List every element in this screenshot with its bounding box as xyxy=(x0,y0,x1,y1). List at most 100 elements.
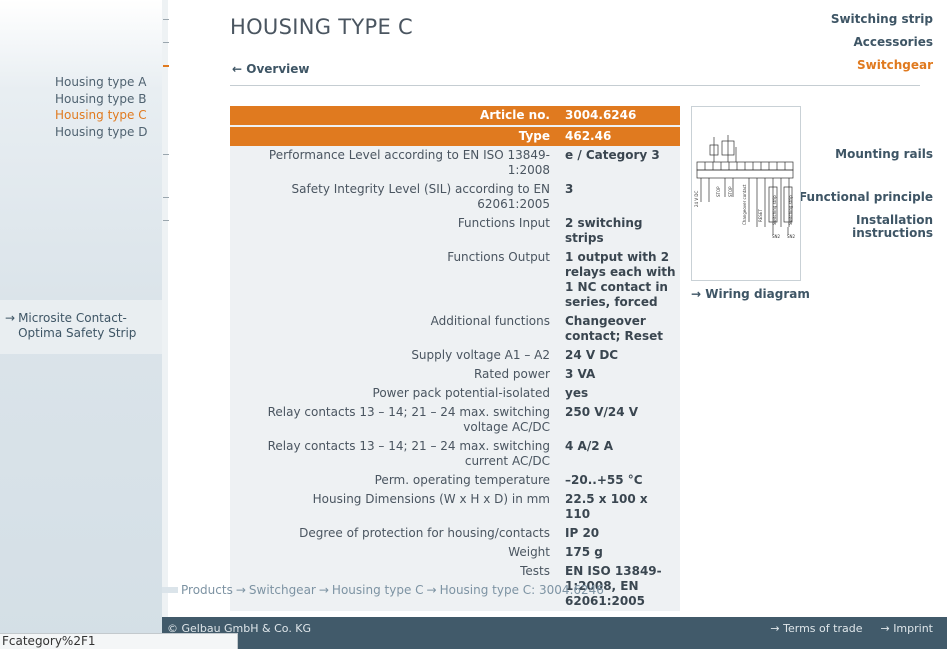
spec-row: Performance Level according to EN ISO 13… xyxy=(230,146,680,180)
spec-label: Safety Integrity Level (SIL) according t… xyxy=(291,182,550,211)
arrow-right-icon: → xyxy=(235,583,246,597)
arrow-left-icon: ← xyxy=(232,62,243,76)
footer: © Gelbau GmbH & Co. KG → Terms of trade … xyxy=(162,617,947,649)
page-title: HOUSING TYPE C xyxy=(230,15,413,39)
spec-row: Rated power 3 VA xyxy=(230,365,680,384)
breadcrumb-marker xyxy=(162,587,178,593)
nav-tick xyxy=(163,42,169,43)
spec-value: 462.46 xyxy=(560,127,680,146)
svg-text:STOP: STOP xyxy=(728,186,733,197)
spec-row: Type 462.46 xyxy=(230,127,680,146)
spec-row: Additional functions Changeover contact; … xyxy=(230,312,680,346)
nav-housing-type-c[interactable]: Housing type C xyxy=(55,108,147,122)
svg-text:24 V DC: 24 V DC xyxy=(694,191,699,207)
spec-value: 3 VA xyxy=(565,367,596,381)
spec-label: Functions Input xyxy=(457,216,550,230)
imprint-link[interactable]: → Imprint xyxy=(880,622,933,635)
nav-switching-strip[interactable]: Switching strip xyxy=(831,13,933,26)
spec-row: Degree of protection for housing/contact… xyxy=(230,524,680,543)
terms-label: Terms of trade xyxy=(783,622,863,635)
browser-status-bar: Fcategory%2F1 xyxy=(0,633,238,649)
terms-link[interactable]: → Terms of trade xyxy=(770,622,862,635)
nav-installation-instructions[interactable]: Installation instructions xyxy=(823,214,933,240)
microsite-link[interactable]: → Microsite Contact-Optima Safety Strip xyxy=(0,300,162,354)
spec-row: Supply voltage A1 – A2 24 V DC xyxy=(230,346,680,365)
spec-value: e / Category 3 xyxy=(565,148,660,162)
breadcrumb-switchgear[interactable]: Switchgear xyxy=(249,583,316,597)
spec-row: Article no. 3004.6246 xyxy=(230,106,680,125)
nav-tick xyxy=(163,154,169,155)
spec-label: Article no. xyxy=(230,106,560,125)
nav-tick xyxy=(163,220,169,221)
svg-text:Changeover contact: Changeover contact xyxy=(742,184,747,225)
spec-row: Safety Integrity Level (SIL) according t… xyxy=(230,180,680,214)
spec-row: Power pack potential-isolated yes xyxy=(230,384,680,403)
wiring-diagram-icon: 24 V DC STOP STOP Changeover contact RES… xyxy=(694,135,796,239)
spec-label: Relay contacts 13 – 14; 21 – 24 max. swi… xyxy=(267,405,550,434)
spec-label: Power pack potential-isolated xyxy=(372,386,550,400)
spec-label: Relay contacts 13 – 14; 21 – 24 max. swi… xyxy=(267,439,550,468)
svg-text:STOP: STOP xyxy=(716,186,721,197)
wiring-diagram-link[interactable]: → Wiring diagram xyxy=(691,287,810,301)
arrow-right-icon: → xyxy=(426,583,437,597)
nav-housing-type-a[interactable]: Housing type A xyxy=(55,75,146,89)
breadcrumb-current: Housing type C: 3004.6246 xyxy=(439,583,604,597)
spec-label: Degree of protection for housing/contact… xyxy=(299,526,550,540)
nav-housing-type-b[interactable]: Housing type B xyxy=(55,92,146,106)
breadcrumb: Products → Switchgear → Housing type C →… xyxy=(162,583,604,597)
spec-row: Functions Output 1 output with 2 relays e… xyxy=(230,248,680,312)
svg-text:SN2: SN2 xyxy=(772,234,781,239)
spec-label: Functions Output xyxy=(447,250,550,264)
nav-mounting-rails[interactable]: Mounting rails xyxy=(835,148,933,161)
nav-functional-principle[interactable]: Functional principle xyxy=(799,191,933,204)
spec-value: IP 20 xyxy=(565,526,600,540)
arrow-right-icon: → xyxy=(880,622,894,635)
svg-text:Switching strip: Switching strip xyxy=(772,195,777,225)
wiring-diagram-label: Wiring diagram xyxy=(705,287,810,301)
spec-value: 3 xyxy=(565,182,574,196)
divider xyxy=(230,85,920,86)
svg-text:Switching strip: Switching strip xyxy=(788,195,793,225)
spec-value: 2 switching strips xyxy=(565,216,643,245)
nav-tick xyxy=(163,197,169,198)
sidebar-divider xyxy=(162,0,168,617)
spec-label: Perm. operating temperature xyxy=(374,473,550,487)
arrow-right-icon: → xyxy=(691,287,702,301)
spec-value: 24 V DC xyxy=(565,348,619,362)
spec-value: 22.5 x 100 x 110 xyxy=(565,492,648,521)
wiring-diagram-thumbnail[interactable]: 24 V DC STOP STOP Changeover contact RES… xyxy=(691,106,801,281)
spec-value: 175 g xyxy=(565,545,603,559)
spec-row: Functions Input 2 switching strips xyxy=(230,214,680,248)
spec-value: 1 output with 2 relays each with 1 NC co… xyxy=(565,250,676,309)
spec-value: 3004.6246 xyxy=(560,106,680,125)
breadcrumb-housing-type-c[interactable]: Housing type C xyxy=(332,583,424,597)
spec-row: Housing Dimensions (W x H x D) in mm 22.5… xyxy=(230,490,680,524)
overview-label: Overview xyxy=(246,62,310,76)
spec-value: 4 A/2 A xyxy=(565,439,614,453)
arrow-right-icon: → xyxy=(318,583,329,597)
spec-label: Type xyxy=(230,127,560,146)
nav-accessories[interactable]: Accessories xyxy=(854,36,934,49)
nav-tick xyxy=(163,19,169,20)
breadcrumb-products[interactable]: Products xyxy=(181,583,233,597)
spec-row: Weight 175 g xyxy=(230,543,680,562)
overview-link[interactable]: ← Overview xyxy=(232,62,310,76)
nav-switchgear[interactable]: Switchgear xyxy=(857,59,933,72)
imprint-label: Imprint xyxy=(893,622,933,635)
spec-row: Relay contacts 13 – 14; 21 – 24 max. swi… xyxy=(230,437,680,471)
spec-value: –20..+55 °C xyxy=(565,473,643,487)
arrow-right-icon: → xyxy=(5,311,16,325)
svg-text:SN2: SN2 xyxy=(787,234,796,239)
nav-housing-type-d[interactable]: Housing type D xyxy=(55,125,147,139)
spec-label: Supply voltage A1 – A2 xyxy=(411,348,550,362)
spec-value: 250 V/24 V xyxy=(565,405,639,419)
nav-tick-active xyxy=(163,65,169,67)
spec-label: Rated power xyxy=(473,367,550,381)
spec-value: yes xyxy=(565,386,589,400)
spec-row: Relay contacts 13 – 14; 21 – 24 max. swi… xyxy=(230,403,680,437)
spec-label: Housing Dimensions (W x H x D) in mm xyxy=(312,492,550,506)
spec-label: Weight xyxy=(508,545,550,559)
spec-label: Performance Level according to EN ISO 13… xyxy=(268,148,550,177)
svg-text:RESET: RESET xyxy=(758,209,763,222)
spec-label: Additional functions xyxy=(430,314,550,328)
